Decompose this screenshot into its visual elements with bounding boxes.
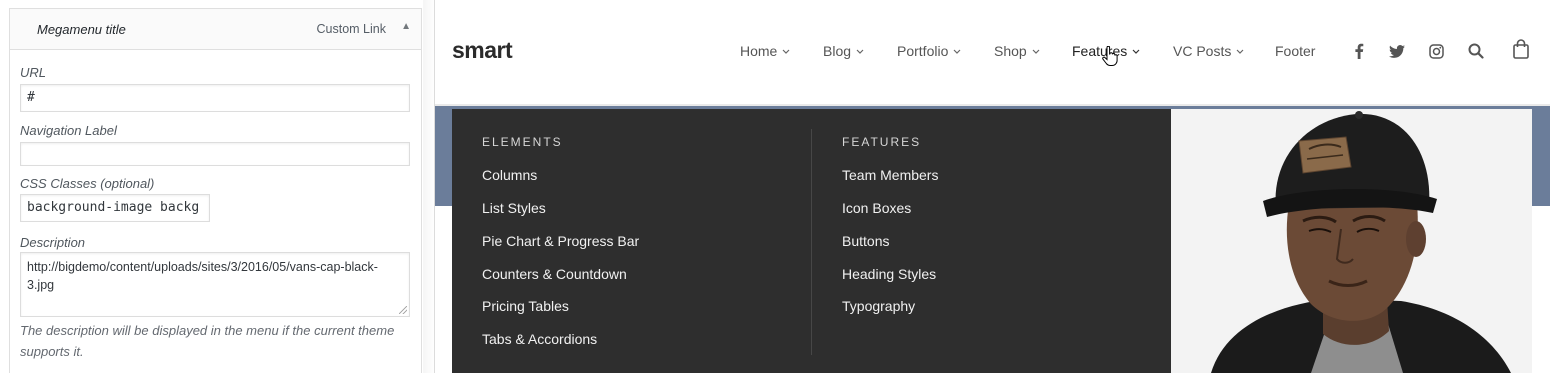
url-label: URL [20,65,47,80]
megamenu-column-title: ELEMENTS [482,135,563,149]
megamenu-link[interactable]: Buttons [842,233,889,249]
nav-item-label: VC Posts [1173,43,1232,59]
menu-item-title: Megamenu title [37,22,126,37]
twitter-icon[interactable] [1387,41,1407,61]
megamenu-link[interactable]: Pricing Tables [482,298,569,314]
megamenu-link[interactable]: Pie Chart & Progress Bar [482,233,639,249]
megamenu-link[interactable]: Team Members [842,167,938,183]
css-classes-field[interactable]: background-image backg [20,194,210,222]
search-icon[interactable] [1466,41,1486,61]
nav-item-blog[interactable]: Blog [823,43,864,59]
nav-item-portfolio[interactable]: Portfolio [897,43,961,59]
menu-item-header[interactable]: Megamenu title Custom Link ▲ [9,8,422,50]
nav-item-home[interactable]: Home [740,43,790,59]
description-label: Description [20,235,86,250]
megamenu-column-title: FEATURES [842,135,922,149]
instagram-icon[interactable] [1426,41,1446,61]
url-field[interactable]: # [20,84,410,112]
nav-item-label: Shop [994,43,1027,59]
megamenu-link[interactable]: Counters & Countdown [482,266,627,282]
description-field[interactable]: http://bigdemo/content/uploads/sites/3/2… [20,252,410,317]
megamenu-link[interactable]: Typography [842,298,915,314]
nav-item-vc-posts[interactable]: VC Posts [1173,43,1244,59]
css-classes-label: CSS Classes (optional) [20,176,155,191]
chevron-down-icon [1132,49,1140,54]
shopping-bag-icon[interactable] [1511,39,1531,59]
megamenu-link[interactable]: Tabs & Accordions [482,331,597,347]
nav-item-label: Footer [1275,43,1316,59]
site-logo[interactable]: smart [452,37,513,64]
chevron-down-icon [856,49,864,54]
facebook-icon[interactable] [1349,41,1369,61]
megamenu-link[interactable]: Columns [482,167,537,183]
menu-item-type: Custom Link [316,22,386,36]
megamenu-link[interactable]: Icon Boxes [842,200,911,216]
nav-item-label: Portfolio [897,43,949,59]
chevron-down-icon [782,49,790,54]
megamenu-promo-image[interactable] [1171,109,1532,373]
nav-item-label: Home [740,43,778,59]
chevron-down-icon [1236,49,1244,54]
description-help-text: The description will be displayed in the… [20,323,395,359]
panel-shadow [423,0,435,373]
site-preview: smart Home Blog Portfolio Shop Features … [435,0,1550,373]
triangle-up-icon[interactable]: ▲ [401,21,411,32]
megamenu-column-divider [811,129,812,355]
megamenu-dropdown: ELEMENTS Columns List Styles Pie Chart &… [452,109,1171,373]
man-in-cap-photo [1171,109,1532,373]
chevron-down-icon [953,49,961,54]
menu-item-settings-panel: Megamenu title Custom Link ▲ URL # Navig… [0,0,435,373]
megamenu-link[interactable]: Heading Styles [842,266,936,282]
nav-item-footer[interactable]: Footer [1275,43,1315,59]
nav-item-label: Blog [823,43,852,59]
nav-item-label: Features [1072,43,1128,59]
nav-item-shop[interactable]: Shop [994,43,1040,59]
navigation-label-field[interactable] [20,142,410,166]
description-value: http://bigdemo/content/uploads/sites/3/2… [27,260,378,292]
megamenu-link[interactable]: List Styles [482,200,546,216]
hand-cursor-icon [1102,46,1118,66]
navigation-label-label: Navigation Label [20,123,117,138]
chevron-down-icon [1032,49,1040,54]
resize-handle[interactable] [399,306,407,314]
